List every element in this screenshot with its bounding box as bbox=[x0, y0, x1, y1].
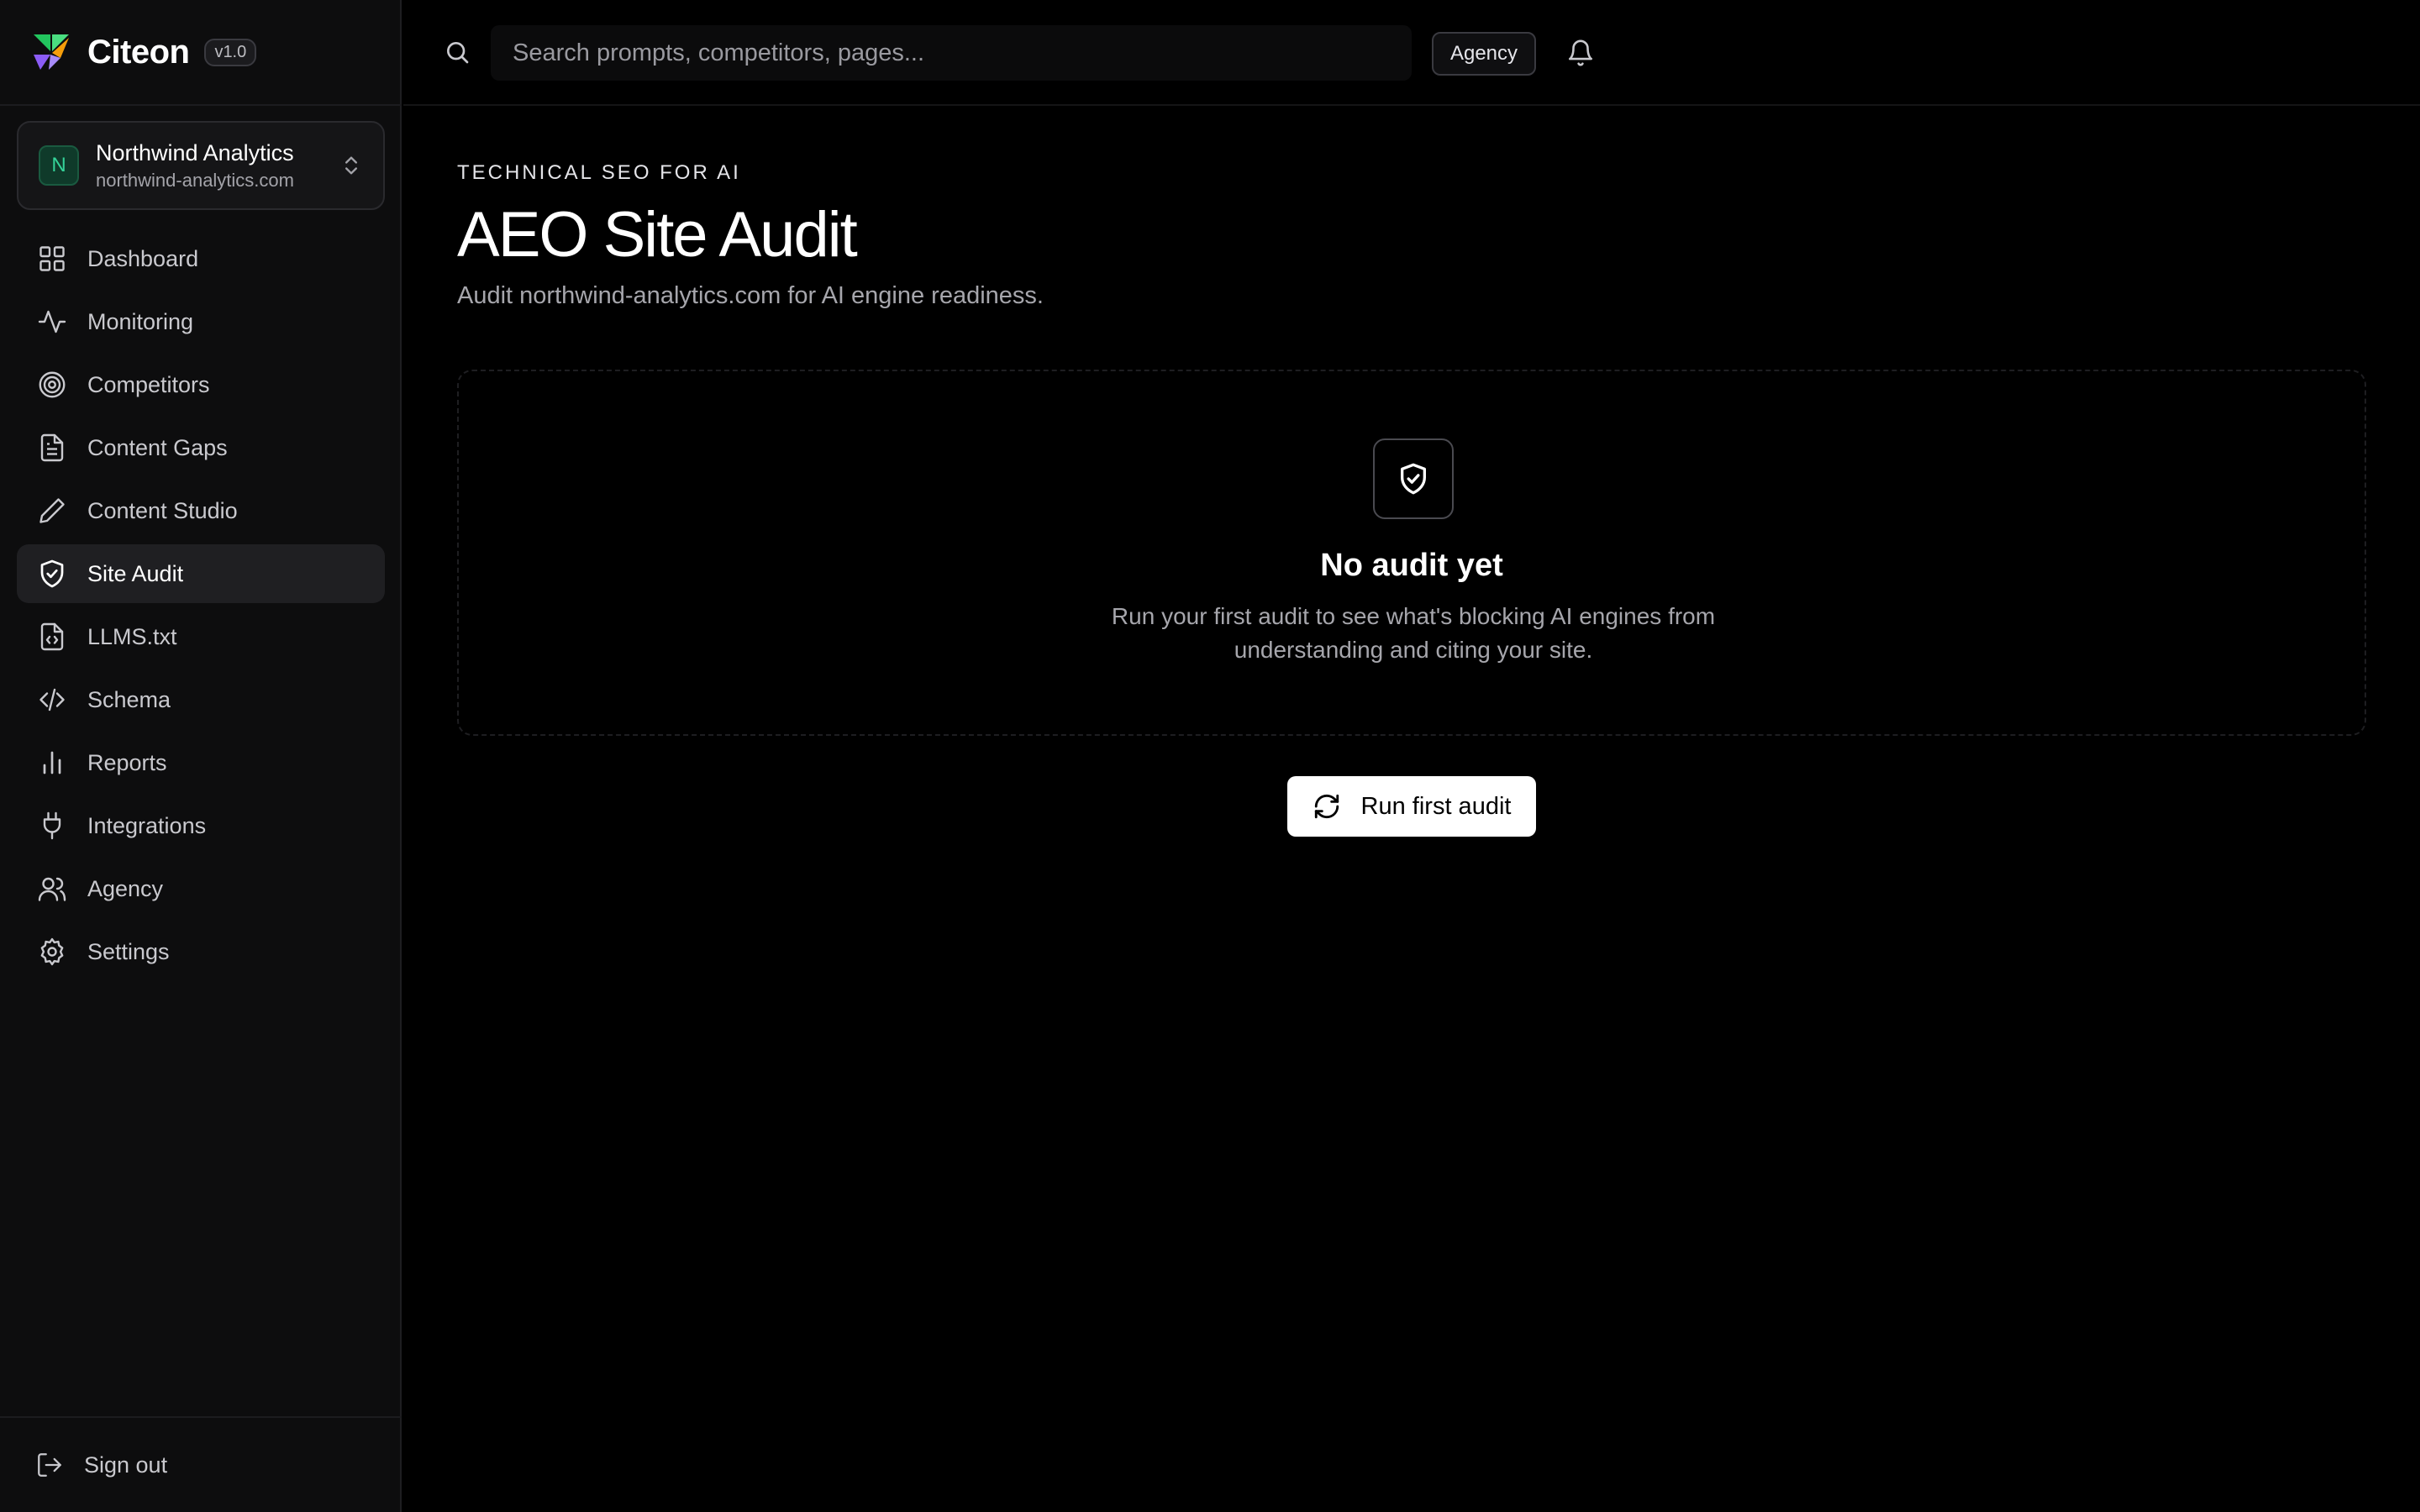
workspace-switcher[interactable]: N Northwind Analytics northwind-analytic… bbox=[17, 121, 385, 210]
workspace-name: Northwind Analytics bbox=[96, 140, 294, 165]
sidebar: Citeon v1.0 N Northwind Analytics northw… bbox=[0, 0, 402, 1512]
search-input[interactable] bbox=[513, 39, 1412, 67]
file-code-icon bbox=[37, 622, 67, 652]
sidebar-item-monitoring[interactable]: Monitoring bbox=[17, 292, 385, 351]
activity-icon bbox=[37, 307, 67, 337]
sidebar-item-label: Site Audit bbox=[87, 560, 184, 586]
workspace-info: Northwind Analytics northwind-analytics.… bbox=[96, 138, 339, 193]
sidebar-item-content-gaps[interactable]: Content Gaps bbox=[17, 418, 385, 477]
sidebar-item-dashboard[interactable]: Dashboard bbox=[17, 229, 385, 288]
shield-check-icon bbox=[37, 559, 67, 589]
topbar: Agency bbox=[403, 0, 2420, 106]
empty-state-description: Run your first audit to see what's block… bbox=[1111, 603, 1716, 663]
users-icon bbox=[37, 874, 67, 904]
sidebar-item-schema[interactable]: Schema bbox=[17, 670, 385, 729]
version-badge: v1.0 bbox=[204, 38, 257, 66]
empty-state-badge bbox=[1373, 438, 1454, 519]
page-title: AEO Site Audit bbox=[457, 199, 858, 270]
sidebar-nav: Dashboard Monitoring Competitors Content… bbox=[17, 229, 385, 985]
agency-button[interactable]: Agency bbox=[1432, 32, 1536, 76]
sidebar-item-label: Settings bbox=[87, 938, 170, 964]
sidebar-item-integrations[interactable]: Integrations bbox=[17, 796, 385, 855]
sidebar-item-label: Agency bbox=[87, 875, 164, 901]
sidebar-item-label: Integrations bbox=[87, 812, 207, 838]
workspace-avatar: N bbox=[39, 145, 79, 186]
sidebar-item-competitors[interactable]: Competitors bbox=[17, 355, 385, 414]
search-field[interactable] bbox=[491, 25, 1412, 81]
grid-icon bbox=[37, 244, 67, 274]
empty-state-title: No audit yet bbox=[1320, 548, 1503, 583]
chevrons-up-down-icon bbox=[345, 156, 357, 175]
empty-state-card: No audit yet Run your first audit to see… bbox=[457, 370, 2366, 736]
sign-out-button[interactable]: Sign out bbox=[0, 1416, 402, 1512]
file-text-icon bbox=[37, 433, 67, 463]
brand[interactable]: Citeon v1.0 bbox=[0, 0, 402, 106]
sidebar-item-label: Content Studio bbox=[87, 497, 238, 523]
shield-check-icon bbox=[1401, 463, 1426, 495]
page-eyebrow: TECHNICAL SEO FOR AI bbox=[457, 161, 741, 184]
brand-name: Citeon bbox=[87, 33, 190, 71]
plug-icon bbox=[37, 811, 67, 841]
sidebar-item-label: Schema bbox=[87, 686, 171, 712]
sign-out-label: Sign out bbox=[84, 1452, 168, 1478]
sidebar-item-llms-txt[interactable]: LLMS.txt bbox=[17, 607, 385, 666]
sidebar-item-label: Dashboard bbox=[87, 245, 199, 271]
run-first-audit-button[interactable]: Run first audit bbox=[1287, 776, 1536, 837]
search-icon bbox=[447, 42, 469, 64]
sidebar-item-content-studio[interactable]: Content Studio bbox=[17, 481, 385, 540]
sidebar-item-label: LLMS.txt bbox=[87, 623, 177, 649]
sidebar-item-site-audit[interactable]: Site Audit bbox=[17, 544, 385, 603]
sidebar-item-agency[interactable]: Agency bbox=[17, 859, 385, 918]
run-first-audit-label: Run first audit bbox=[1360, 792, 1512, 820]
log-out-icon bbox=[38, 1453, 61, 1477]
sidebar-item-reports[interactable]: Reports bbox=[17, 733, 385, 792]
workspace-domain: northwind-analytics.com bbox=[96, 170, 294, 191]
app-root: Citeon v1.0 N Northwind Analytics northw… bbox=[0, 0, 2420, 1512]
sidebar-item-label: Competitors bbox=[87, 371, 210, 397]
bell-icon[interactable] bbox=[1566, 39, 1595, 67]
sidebar-item-label: Reports bbox=[87, 749, 167, 775]
refresh-icon bbox=[1314, 794, 1339, 819]
page-subtitle: Audit northwind-analytics.com for AI eng… bbox=[457, 282, 1044, 309]
pen-icon bbox=[37, 496, 67, 526]
gear-icon bbox=[37, 937, 67, 967]
sidebar-item-settings[interactable]: Settings bbox=[17, 922, 385, 981]
sidebar-item-label: Monitoring bbox=[87, 308, 194, 334]
code-icon bbox=[37, 685, 67, 715]
target-icon bbox=[37, 370, 67, 400]
sidebar-item-label: Content Gaps bbox=[87, 434, 228, 460]
bar-chart-icon bbox=[37, 748, 67, 778]
citeon-logo-icon bbox=[34, 34, 69, 70]
